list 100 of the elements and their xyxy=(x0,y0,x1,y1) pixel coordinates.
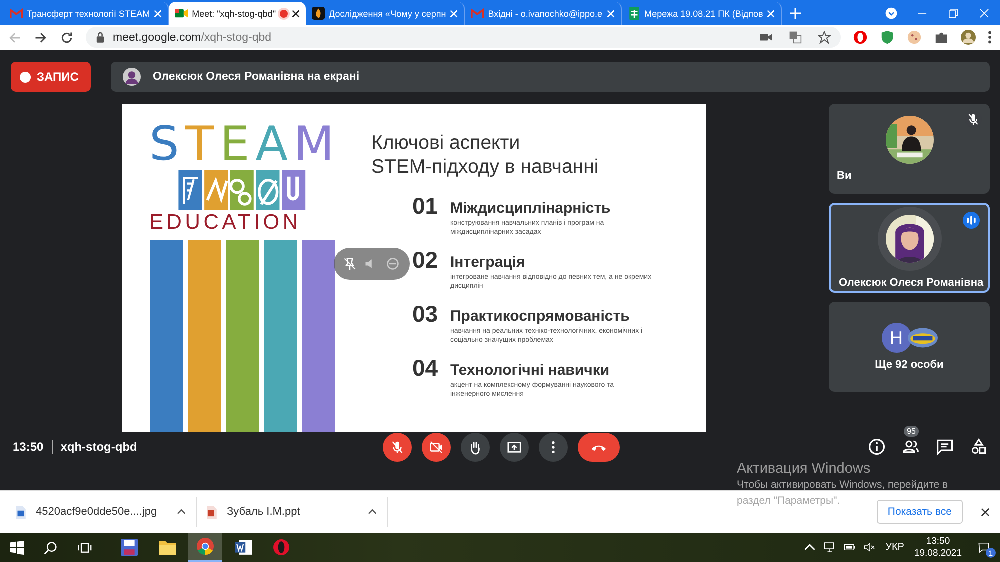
camera-button[interactable] xyxy=(422,432,451,462)
new-tab-icon[interactable] xyxy=(790,8,802,19)
close-icon[interactable] xyxy=(981,508,990,516)
document-app-icon xyxy=(234,539,252,556)
logo-letter: S xyxy=(150,122,180,168)
notifications-icon[interactable] xyxy=(978,542,990,553)
item-number: 02 xyxy=(412,247,440,275)
url-text: meet.google.com/xqh-stog-qbd xyxy=(113,32,272,44)
avatar-icon xyxy=(122,68,141,86)
tab-title: Вхідні - o.ivanochko@ippo.e xyxy=(488,8,603,18)
caret-icon[interactable] xyxy=(368,509,377,515)
item-number: 01 xyxy=(412,193,440,221)
clock-date: 19.08.2021 xyxy=(914,548,962,560)
meeting-time: 13:50 xyxy=(13,440,44,454)
network-icon[interactable] xyxy=(824,542,836,553)
search-icon[interactable] xyxy=(44,540,58,554)
item-number: 03 xyxy=(412,301,440,329)
microphone-icon xyxy=(390,440,405,454)
mail-icon xyxy=(471,7,484,20)
logo-letter: E xyxy=(220,122,250,168)
show-all-button[interactable]: Показать все xyxy=(876,500,963,524)
item-title: Інтеграція xyxy=(450,254,526,271)
opera-icon[interactable] xyxy=(853,30,868,45)
speaker-icon[interactable] xyxy=(864,542,876,553)
close-icon[interactable] xyxy=(292,10,300,18)
battery-icon[interactable] xyxy=(844,542,856,553)
microphone-button[interactable] xyxy=(383,432,412,462)
tab-title: Meet: "xqh-stog-qbd" xyxy=(192,8,276,18)
image-file-icon xyxy=(16,506,26,518)
keyboard-language[interactable]: УКР xyxy=(886,542,904,553)
cookie-icon[interactable] xyxy=(907,30,922,45)
shield-icon[interactable] xyxy=(880,30,895,45)
item-number: 04 xyxy=(412,355,440,383)
reload-icon[interactable] xyxy=(60,30,74,44)
avatar-initial: H xyxy=(882,323,912,353)
folder-icon xyxy=(158,539,176,556)
clock[interactable]: 13:50 19.08.2021 xyxy=(914,536,962,560)
item-title: Міждисциплінарність xyxy=(450,200,612,217)
menu-icon[interactable] xyxy=(988,30,992,45)
windows-start-icon[interactable] xyxy=(10,540,24,554)
opera-icon xyxy=(272,539,290,556)
participant-name: Ще 92 особи xyxy=(875,359,944,371)
logo-subtitle: EDUCATION xyxy=(150,210,302,236)
present-button[interactable] xyxy=(500,432,529,462)
info-icon[interactable] xyxy=(868,438,886,456)
clock-time: 13:50 xyxy=(926,536,950,548)
spreadsheet-icon xyxy=(628,7,641,20)
download-item[interactable]: Зубаль І.М.ppt xyxy=(197,497,388,527)
star-icon[interactable] xyxy=(818,31,831,44)
presentation-file-icon xyxy=(207,506,217,518)
more-options-button[interactable] xyxy=(539,432,568,462)
item-title: Практикоспрямованість xyxy=(450,308,631,325)
tab-title: Дослідження «Чому у серпн xyxy=(329,8,446,18)
slide-title: STEM-підходу в навчанні xyxy=(372,155,600,179)
activities-icon[interactable] xyxy=(970,438,988,456)
hand-icon xyxy=(468,440,483,454)
browser-icon xyxy=(196,538,214,555)
participant-name: Ви xyxy=(836,170,852,182)
presenter-label: Олексюк Олеся Романівна на екрані xyxy=(152,71,360,83)
mail-icon xyxy=(10,7,23,20)
people-icon[interactable] xyxy=(902,438,920,456)
address-field[interactable]: meet.google.com/xqh-stog-qbd xyxy=(86,27,841,48)
browser-tab[interactable]: Meet: "xqh-stog-qbd" xyxy=(169,2,306,25)
slide-title: Ключові аспекти xyxy=(372,131,522,155)
logo-letter: A xyxy=(256,122,288,168)
video-camera-icon xyxy=(429,440,444,454)
tab-title: Мережа 19.08.21 ПК (Відпов xyxy=(644,8,764,18)
tab-search-icon[interactable] xyxy=(885,7,898,20)
logo-letter: M xyxy=(294,122,334,168)
recording-badge: ЗАПИС xyxy=(11,62,91,92)
puzzle-icon[interactable] xyxy=(934,30,949,45)
meeting-code: xqh-stog-qbd xyxy=(60,440,138,454)
forward-icon[interactable] xyxy=(34,30,48,44)
logo-letter: T xyxy=(185,122,214,168)
translate-icon[interactable] xyxy=(789,31,802,44)
activation-title: Активация Windows xyxy=(737,461,872,477)
caret-icon[interactable] xyxy=(177,509,186,515)
tab-title: Трансферт технології STEAM xyxy=(27,8,150,18)
video-camera-icon xyxy=(175,7,188,20)
participant-name: Олексюк Олеся Романівна xyxy=(838,277,984,289)
file-name: 4520acf9e0dde50e....jpg xyxy=(36,506,158,518)
download-item[interactable]: 4520acf9e0dde50e....jpg xyxy=(6,497,197,527)
participant-tile[interactable]: Олексюк Олеся Романівна xyxy=(829,203,990,293)
file-name: Зубаль І.М.ppt xyxy=(227,506,302,518)
task-view-icon[interactable] xyxy=(78,540,92,554)
audio-level-icon xyxy=(963,212,980,229)
item-title: Технологічні навички xyxy=(450,362,611,379)
participant-tile[interactable]: Ви xyxy=(829,104,990,194)
lock-icon xyxy=(96,32,105,43)
participant-count-badge: 95 xyxy=(904,426,919,437)
flame-icon xyxy=(312,7,326,20)
chat-icon[interactable] xyxy=(936,438,954,456)
raise-hand-button[interactable] xyxy=(461,432,490,462)
present-screen-icon xyxy=(507,440,522,454)
participant-tile[interactable]: H Ще 92 особи xyxy=(829,302,990,392)
restore-icon[interactable] xyxy=(947,7,960,20)
leave-call-button[interactable] xyxy=(578,432,620,462)
profile-avatar-icon[interactable] xyxy=(961,30,976,45)
unpin-icon[interactable] xyxy=(343,257,358,271)
chevron-up-icon[interactable] xyxy=(804,542,816,553)
